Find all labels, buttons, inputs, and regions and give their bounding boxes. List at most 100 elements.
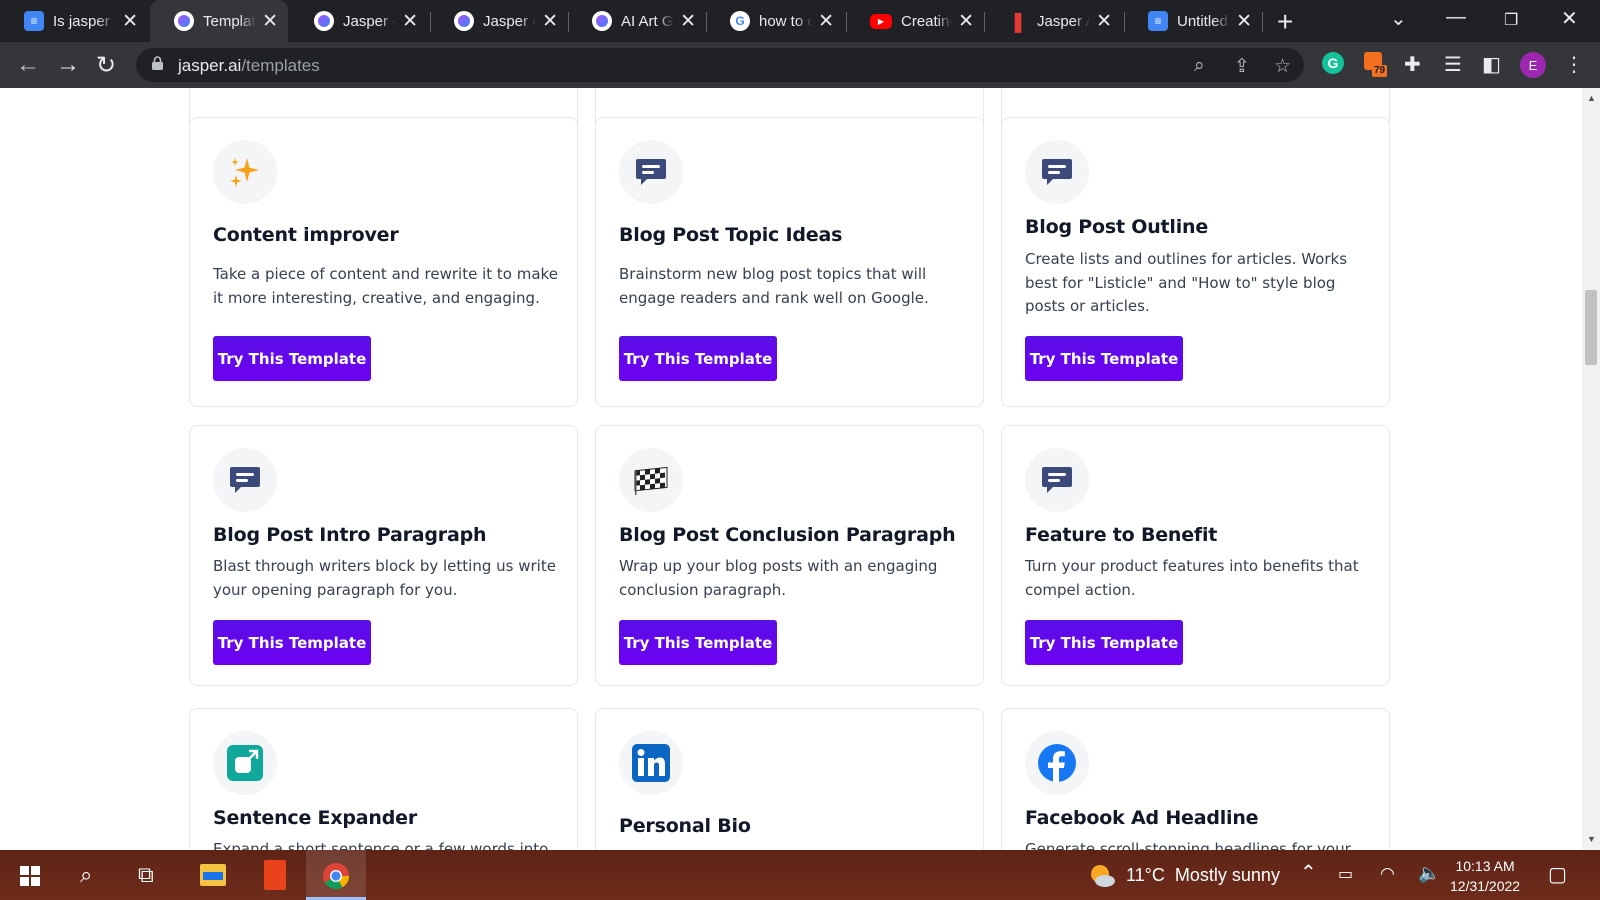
taskbar-clock[interactable]: 10:13 AM 12/31/2022 [1450, 856, 1520, 896]
template-card-blog-post-topic-ideas: Blog Post Topic Ideas Brainstorm new blo… [595, 117, 984, 407]
close-icon[interactable]: ✕ [262, 10, 278, 33]
close-icon[interactable]: ✕ [818, 10, 834, 33]
try-template-button[interactable]: Try This Template [213, 620, 371, 665]
close-icon[interactable]: ✕ [402, 10, 418, 33]
jasper-icon [314, 11, 334, 31]
office-icon[interactable] [264, 860, 286, 890]
sparkle-icon [213, 140, 277, 204]
back-button[interactable]: ← [16, 51, 40, 79]
chrome-taskbar-button[interactable] [306, 850, 366, 900]
checkered-flag-icon [619, 448, 683, 512]
jasper-icon [592, 11, 612, 31]
chat-bubble-icon [619, 140, 683, 204]
bookmark-star-icon[interactable]: ☆ [1274, 55, 1291, 78]
tab-how-to[interactable]: G how to c ✕ [706, 0, 844, 42]
tab-ai-art[interactable]: AI Art Ge ✕ [568, 0, 706, 42]
window-close-button[interactable]: ✕ [1561, 6, 1578, 31]
try-template-button[interactable]: Try This Template [1025, 336, 1183, 381]
tab-title: Is jasper [53, 12, 110, 30]
template-description: Wrap up your blog posts with an engaging… [619, 557, 938, 599]
template-title: Blog Post Outline [1025, 216, 1209, 238]
scrollbar-thumb[interactable] [1585, 290, 1597, 365]
template-description: Turn your product features into benefits… [1025, 557, 1359, 599]
tab-jasper-co[interactable]: Jasper Co ✕ [430, 0, 568, 42]
close-icon[interactable]: ✕ [1236, 10, 1252, 33]
tab-title: how to c [759, 12, 813, 30]
tab-is-jasper[interactable]: ≡ Is jasper ✕ [0, 0, 148, 42]
template-title: Blog Post Intro Paragraph [213, 524, 487, 546]
close-icon[interactable]: ✕ [680, 10, 696, 33]
tab-search-icon[interactable]: ⌄ [1390, 6, 1407, 31]
youtube-icon: ▶ [870, 13, 892, 29]
zoom-icon[interactable]: ⌕ [1194, 55, 1205, 77]
menu-kebab-icon[interactable]: ⋮ [1564, 52, 1584, 77]
reading-list-icon[interactable]: ☰ [1444, 52, 1462, 77]
wifi-icon[interactable]: ◠ [1380, 864, 1395, 884]
tab-title: Jasper - A [343, 12, 396, 30]
try-template-button[interactable]: Try This Template [1025, 620, 1183, 665]
grammarly-icon[interactable]: G [1322, 52, 1344, 74]
weather-sun-cloud-icon[interactable] [1088, 862, 1116, 890]
notifications-icon[interactable]: ▢ [1548, 862, 1567, 887]
google-icon: G [730, 11, 750, 31]
tab-separator [1262, 12, 1263, 32]
docs-icon: ≡ [1148, 11, 1168, 31]
tab-title: Templates [203, 12, 256, 30]
side-panel-icon[interactable]: ◧ [1482, 52, 1501, 77]
profile-avatar[interactable]: E [1520, 52, 1546, 78]
tab-creating[interactable]: ▶ Creating ✕ [846, 0, 984, 42]
speaker-icon[interactable]: 🔈 [1418, 863, 1440, 884]
clock-date: 12/31/2022 [1450, 878, 1521, 894]
page-viewport: Content improver Take a piece of content… [0, 88, 1582, 850]
try-template-button[interactable]: Try This Template [619, 620, 777, 665]
close-icon[interactable]: ✕ [122, 10, 138, 33]
extension-badge-icon[interactable]: 79 [1364, 52, 1388, 78]
jasper-icon [454, 11, 474, 31]
close-icon[interactable]: ✕ [958, 10, 974, 33]
minimize-button[interactable]: — [1446, 6, 1466, 29]
extensions-puzzle-icon[interactable]: ✚ [1404, 52, 1421, 77]
chat-bubble-icon [213, 448, 277, 512]
template-description: Brainstorm new blog post topics that wil… [619, 265, 929, 307]
clock-time: 10:13 AM [1455, 858, 1515, 874]
url-text: jasper.ai/templates [178, 56, 320, 76]
close-icon[interactable]: ✕ [1096, 10, 1112, 33]
address-bar[interactable]: jasper.ai/templates ⌕ ⇪ ☆ [136, 48, 1304, 82]
template-description: Expand a short sentence or a few words i… [213, 840, 549, 850]
battery-icon[interactable]: ▭ [1338, 864, 1353, 884]
chevron-up-icon[interactable]: ⌃ [1300, 860, 1317, 885]
scroll-up-icon[interactable]: ▲ [1587, 93, 1596, 103]
template-title: Blog Post Topic Ideas [619, 224, 843, 246]
file-explorer-icon[interactable] [200, 864, 226, 886]
restore-button[interactable]: ❐ [1504, 10, 1518, 30]
page-scrollbar[interactable]: ▲ ▼ [1582, 88, 1600, 850]
weather-text[interactable]: 11°C Mostly sunny [1126, 865, 1280, 886]
template-card-feature-to-benefit: Feature to Benefit Turn your product fea… [1001, 425, 1390, 686]
scroll-down-icon[interactable]: ▼ [1587, 834, 1596, 844]
linkedin-icon [619, 731, 683, 795]
template-card-blog-post-intro-paragraph: Blog Post Intro Paragraph Blast through … [189, 425, 578, 686]
tab-title: Creating [901, 12, 953, 30]
reload-button[interactable]: ↻ [96, 51, 116, 80]
template-card-facebook-ad-headline: Facebook Ad Headline Generate scroll-sto… [1001, 708, 1390, 850]
new-tab-button[interactable]: + [1277, 6, 1293, 38]
template-card-personal-bio: Personal Bio [595, 708, 984, 850]
chat-bubble-icon [1025, 448, 1089, 512]
tab-jasper-ai[interactable]: ❚ Jasper AI ✕ [984, 0, 1122, 42]
search-icon[interactable]: ⌕ [80, 862, 92, 888]
tab-title: Jasper AI [1037, 12, 1090, 30]
try-template-button[interactable]: Try This Template [213, 336, 371, 381]
task-view-icon[interactable]: ⧉ [138, 862, 154, 888]
close-icon[interactable]: ✕ [542, 10, 558, 33]
tab-templates[interactable]: Templates ✕ [150, 0, 288, 42]
forward-button[interactable]: → [56, 51, 80, 79]
template-title: Content improver [213, 224, 399, 246]
share-icon[interactable]: ⇪ [1234, 55, 1250, 78]
url-domain: jasper.ai [178, 56, 242, 75]
try-template-button[interactable]: Try This Template [619, 336, 777, 381]
windows-start-icon[interactable] [20, 866, 40, 886]
tab-untitled[interactable]: ≡ Untitled ✕ [1124, 0, 1262, 42]
tab-jasper-a[interactable]: Jasper - A ✕ [290, 0, 428, 42]
tab-title: AI Art Ge [621, 12, 674, 30]
browser-tab-strip: ≡ Is jasper ✕ Templates ✕ Jasper - A ✕ J… [0, 0, 1600, 42]
